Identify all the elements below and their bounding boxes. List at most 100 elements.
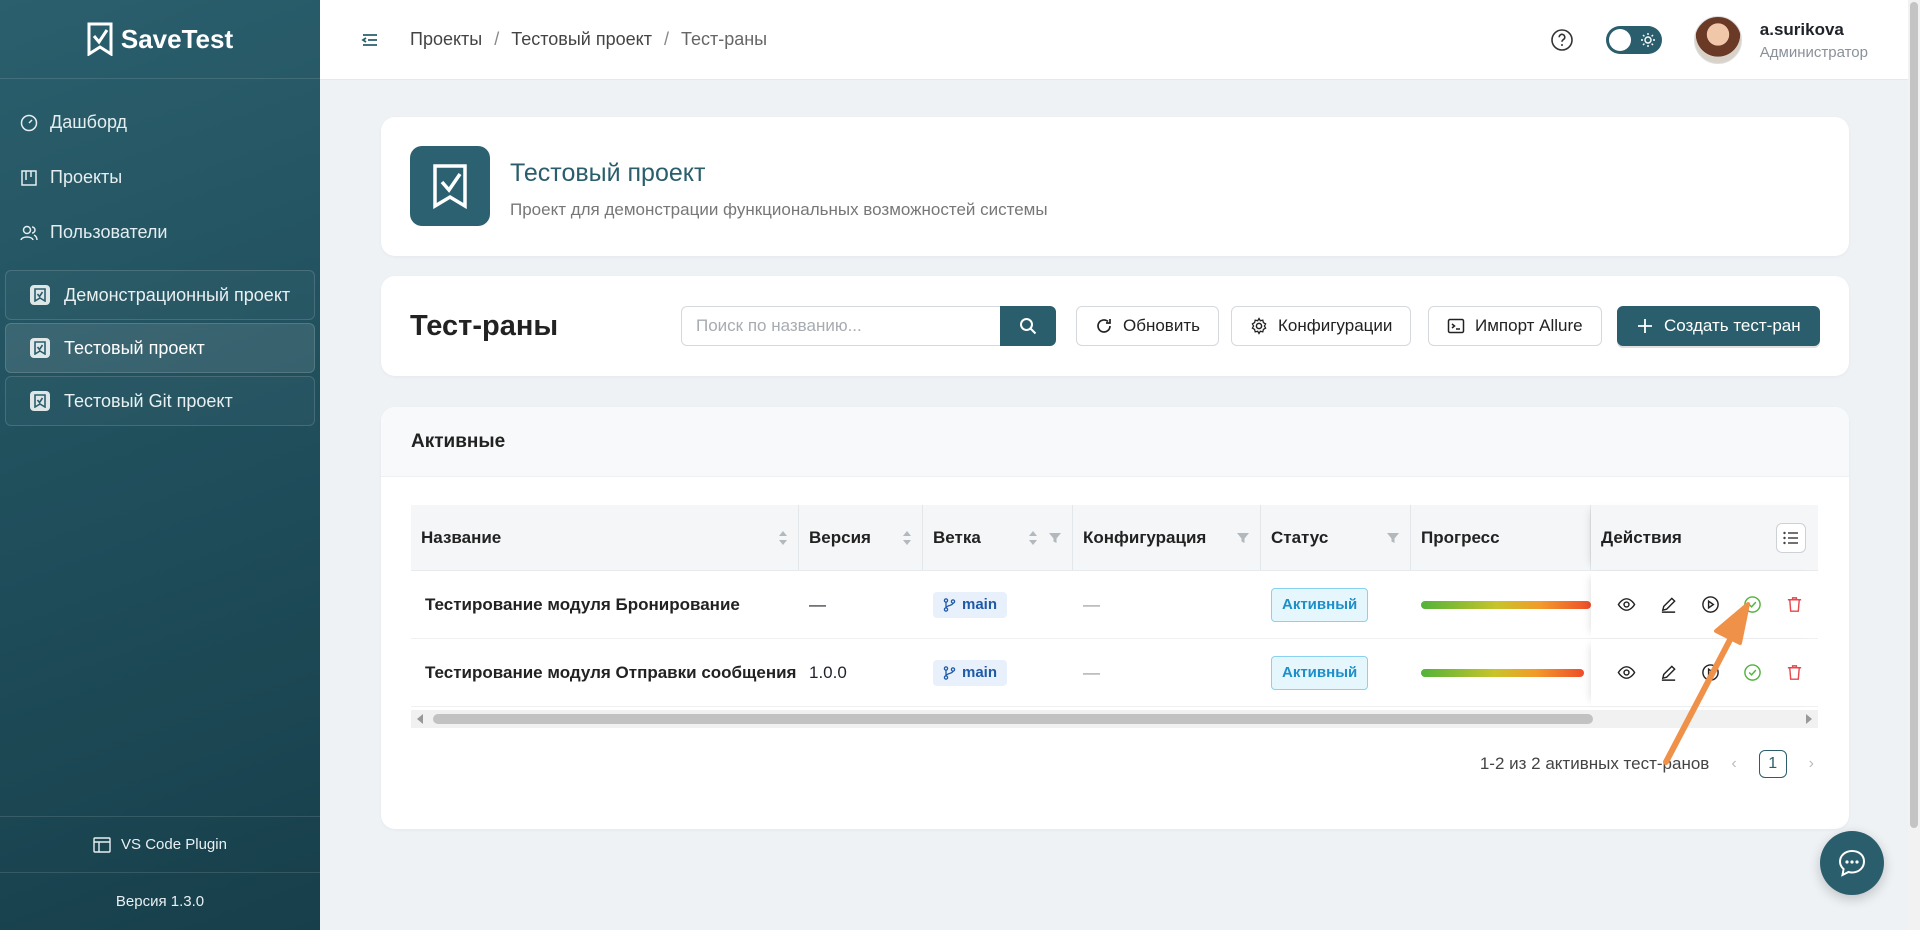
edit-pencil-icon[interactable]	[1659, 595, 1678, 614]
branch-tag: main	[933, 659, 1008, 686]
chat-button[interactable]	[1820, 831, 1884, 895]
scroll-right-arrow[interactable]	[1806, 714, 1812, 724]
column-label: Название	[421, 527, 502, 547]
sort-icon[interactable]	[778, 529, 788, 547]
create-testrun-button[interactable]: Создать тест-ран	[1617, 306, 1820, 346]
git-branch-icon	[943, 665, 956, 680]
refresh-button[interactable]: Обновить	[1076, 306, 1219, 346]
scrollbar-thumb[interactable]	[433, 714, 1593, 724]
column-settings-button[interactable]	[1776, 523, 1806, 553]
column-label: Статус	[1271, 527, 1329, 547]
create-testrun-label: Создать тест-ран	[1664, 316, 1801, 335]
search-button[interactable]	[1000, 306, 1056, 346]
sidebar-project-label: Тестовый проект	[64, 337, 205, 358]
sidebar-project-test[interactable]: Тестовый проект	[5, 323, 315, 373]
user-name: a.surikova	[1759, 19, 1844, 39]
sort-icon[interactable]	[1028, 529, 1038, 547]
search-icon	[1020, 318, 1037, 335]
filter-icon[interactable]	[1386, 531, 1400, 545]
testrun-name[interactable]: Тестирование модуля Отправки сообщения	[411, 639, 799, 706]
configurations-button[interactable]: Конфигурации	[1231, 306, 1412, 346]
column-header-config[interactable]: Конфигурация	[1073, 505, 1261, 570]
column-header-name[interactable]: Название	[411, 505, 799, 570]
testruns-toolbar: Тест-раны Обновить Конфигурации Импорт A…	[381, 276, 1849, 376]
testrun-version: 1.0.0	[809, 662, 847, 682]
sort-icon[interactable]	[902, 529, 912, 547]
sidebar-footer: VS Code Plugin Версия 1.3.0	[0, 816, 320, 930]
column-label: Прогресс	[1421, 527, 1500, 547]
filter-icon[interactable]	[1048, 531, 1062, 545]
table-header-row: Название Версия Ветка Конфигурация Стату…	[411, 505, 1818, 571]
refresh-icon	[1097, 319, 1111, 333]
page-title: Тест-раны	[410, 310, 559, 342]
next-page-chevron-icon[interactable]: ›	[1809, 755, 1814, 773]
edit-pencil-icon[interactable]	[1659, 663, 1678, 682]
sidebar-item-dashboard[interactable]: Дашборд	[0, 95, 320, 150]
testrun-progress-cell	[1411, 571, 1591, 638]
filter-icon[interactable]	[1236, 531, 1250, 545]
projects-icon	[21, 169, 37, 186]
complete-check-icon[interactable]	[1743, 663, 1762, 682]
avatar[interactable]	[1693, 16, 1742, 64]
branch-tag: main	[933, 591, 1008, 618]
search-input[interactable]	[681, 306, 1001, 346]
run-play-icon[interactable]	[1701, 595, 1720, 614]
app-logo[interactable]: SaveTest	[0, 0, 320, 79]
sidebar-nav: Дашборд Проекты Пользователи	[0, 79, 320, 260]
breadcrumb-current: Тест-раны	[680, 29, 768, 49]
column-label: Ветка	[933, 527, 981, 547]
collapse-menu-icon[interactable]	[360, 30, 380, 50]
branch-label: main	[962, 596, 998, 613]
scroll-left-arrow[interactable]	[417, 714, 423, 724]
delete-trash-icon[interactable]	[1785, 595, 1804, 614]
testruns-table-card: Активные Название Версия Ветка Конфигура…	[381, 407, 1849, 829]
section-title: Активные	[381, 407, 1849, 477]
testrun-name[interactable]: Тестирование модуля Бронирование	[411, 571, 799, 638]
view-eye-icon[interactable]	[1617, 663, 1636, 682]
help-icon[interactable]	[1550, 28, 1574, 52]
delete-trash-icon[interactable]	[1785, 663, 1804, 682]
sidebar-item-projects[interactable]: Проекты	[0, 150, 320, 205]
scrollbar-thumb[interactable]	[1910, 2, 1918, 828]
sidebar-project-label: Демонстрационный проект	[64, 284, 291, 305]
vscode-plugin-link[interactable]: VS Code Plugin	[0, 816, 320, 872]
sidebar-project-git[interactable]: Тестовый Git проект	[5, 376, 315, 426]
sidebar-item-users[interactable]: Пользователи	[0, 205, 320, 260]
page-button[interactable]: 1	[1758, 750, 1787, 778]
column-header-progress: Прогресс	[1411, 505, 1591, 570]
theme-toggle[interactable]	[1605, 26, 1662, 54]
breadcrumb-separator: /	[663, 29, 669, 49]
view-eye-icon[interactable]	[1617, 595, 1636, 614]
breadcrumb-project[interactable]: Тестовый проект	[511, 29, 652, 50]
page-scrollbar[interactable]	[1908, 0, 1920, 930]
status-badge: Активный	[1271, 655, 1369, 690]
project-icon	[30, 338, 50, 358]
project-description: Проект для демонстрации функциональных в…	[510, 200, 1048, 219]
sidebar: SaveTest Дашборд Проекты Пользователи Де…	[0, 0, 320, 930]
complete-check-icon[interactable]	[1743, 595, 1762, 614]
chat-bubble-icon	[1838, 849, 1866, 877]
column-label: Версия	[809, 527, 871, 547]
project-icon	[30, 391, 50, 411]
run-play-icon[interactable]	[1701, 663, 1720, 682]
users-icon	[20, 225, 38, 240]
column-header-version[interactable]: Версия	[799, 505, 923, 570]
list-icon	[1783, 531, 1798, 545]
testrun-config: —	[1083, 594, 1100, 614]
testrun-actions	[1591, 571, 1818, 638]
testrun-status-cell: Активный	[1261, 571, 1411, 638]
import-allure-button[interactable]: Импорт Allure	[1428, 306, 1602, 346]
user-info[interactable]: a.surikova Администратор	[1760, 20, 1868, 61]
breadcrumb-projects[interactable]: Проекты	[410, 29, 482, 50]
column-header-status[interactable]: Статус	[1261, 505, 1411, 570]
table-row[interactable]: Тестирование модуля Отправки сообщения 1…	[411, 639, 1818, 707]
table-row[interactable]: Тестирование модуля Бронирование — main …	[411, 571, 1818, 639]
project-icon	[30, 285, 50, 305]
table-horizontal-scrollbar[interactable]	[411, 710, 1818, 728]
progress-bar	[1421, 600, 1591, 609]
column-header-branch[interactable]: Ветка	[923, 505, 1073, 570]
project-card: Тестовый проект Проект для демонстрации …	[381, 117, 1849, 256]
git-branch-icon	[943, 597, 956, 612]
prev-page-chevron-icon[interactable]: ‹	[1731, 755, 1736, 773]
sidebar-project-demo[interactable]: Демонстрационный проект	[5, 270, 315, 320]
